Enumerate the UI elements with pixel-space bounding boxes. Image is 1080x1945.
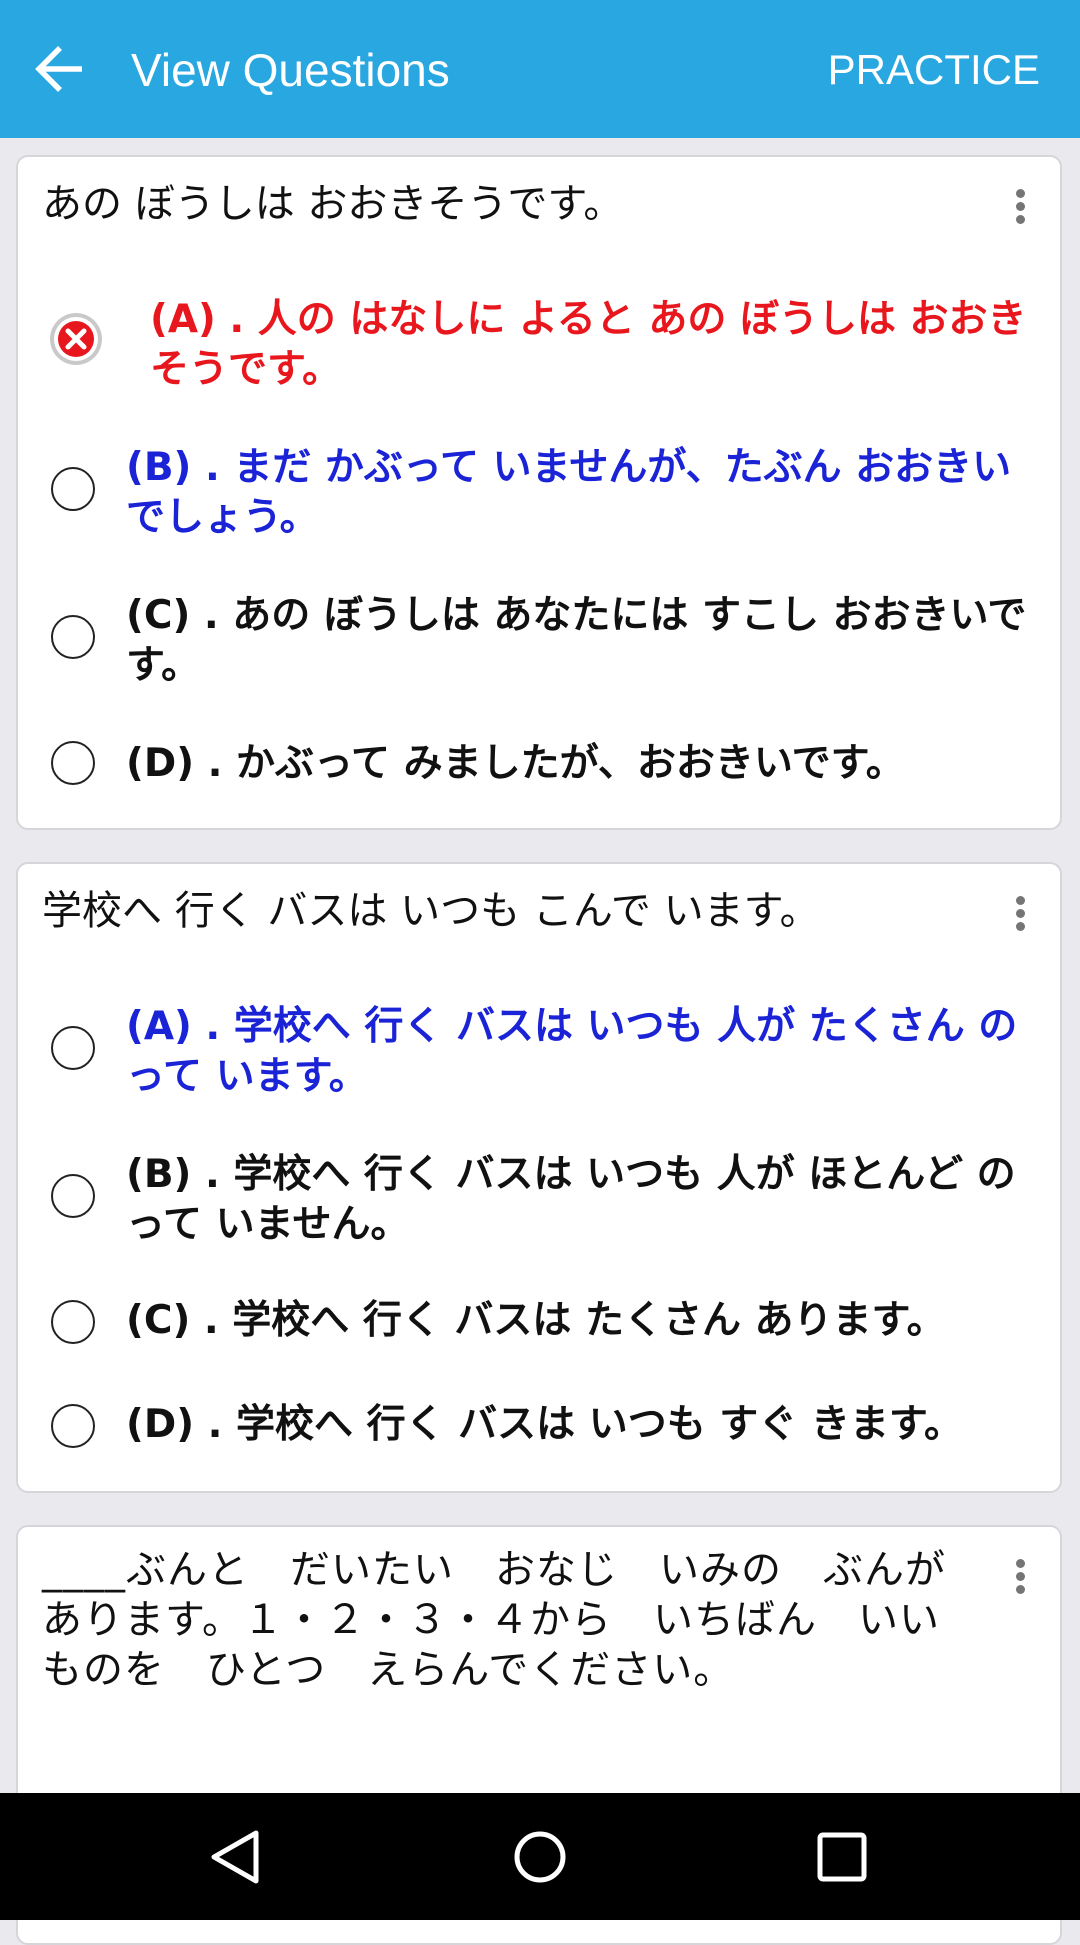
option-c[interactable]: (C) . 学校へ 行く バスは たくさん あります。 <box>18 1290 1058 1370</box>
option-label: (D) . かぶって みましたが、おおきいです。 <box>126 741 905 786</box>
question-text: あの ぼうしは おおきそうです。 <box>42 181 624 227</box>
question-text: 学校へ 行く バスは いつも こんで います。 <box>42 888 820 934</box>
app-bar: View Questions PRACTICE <box>0 0 1080 138</box>
option-c[interactable]: (C) . あの ぼうしは あなたには すこし おおきいです。 <box>18 583 1058 693</box>
system-navigation-bar <box>0 1793 1080 1920</box>
radio-button[interactable] <box>51 1174 95 1218</box>
option-label: (A) . 人の はなしに よると あの ぼうしは おおきそうです。 <box>150 297 1027 392</box>
option-d[interactable]: (D) . かぶって みましたが、おおきいです。 <box>18 731 1058 811</box>
option-label: (C) . 学校へ 行く バスは たくさん あります。 <box>126 1298 946 1343</box>
option-d[interactable]: (D) . 学校へ 行く バスは いつも すぐ きます。 <box>18 1394 1058 1474</box>
option-a[interactable]: (A) . 人の はなしに よると あの ぼうしは おおきそうです。 <box>18 287 1058 397</box>
option-label: (B) . 学校へ 行く バスは いつも 人が ほとんど のって いません。 <box>126 1152 1016 1247</box>
nav-back-icon[interactable] <box>200 1821 272 1893</box>
option-label: (A) . 学校へ 行く バスは いつも 人が たくさん のって います。 <box>126 1004 1018 1099</box>
radio-button[interactable] <box>51 1026 95 1070</box>
question-text: ____ぶんと だいたい おなじ いみの ぶんが あります。１・２・３・４から … <box>42 1547 987 1693</box>
nav-recents-icon[interactable] <box>806 1821 878 1893</box>
wrong-answer-icon <box>50 313 102 365</box>
option-label: (C) . あの ぼうしは あなたには すこし おおきいです。 <box>126 593 1027 688</box>
more-vert-icon[interactable] <box>1012 189 1028 233</box>
page-title: View Questions <box>131 44 450 96</box>
option-label: (D) . 学校へ 行く バスは いつも すぐ きます。 <box>126 1402 963 1447</box>
option-a[interactable]: (A) . 学校へ 行く バスは いつも 人が たくさん のって います。 <box>18 994 1058 1104</box>
option-b[interactable]: (B) . まだ かぶって いませんが、たぶん おおきいでしょう。 <box>18 435 1058 545</box>
option-b[interactable]: (B) . 学校へ 行く バスは いつも 人が ほとんど のって いません。 <box>18 1142 1058 1252</box>
question-card: 学校へ 行く バスは いつも こんで います。 (A) . 学校へ 行く バスは… <box>16 862 1062 1493</box>
nav-home-icon[interactable] <box>504 1821 576 1893</box>
question-card: あの ぼうしは おおきそうです。 (A) . 人の はなしに よると あの ぼう… <box>16 155 1062 830</box>
radio-button[interactable] <box>51 1300 95 1344</box>
radio-button[interactable] <box>51 615 95 659</box>
radio-button[interactable] <box>51 467 95 511</box>
more-vert-icon[interactable] <box>1012 896 1028 940</box>
more-vert-icon[interactable] <box>1012 1559 1028 1603</box>
radio-button[interactable] <box>51 1404 95 1448</box>
practice-button[interactable]: PRACTICE <box>828 42 1040 98</box>
radio-button[interactable] <box>51 741 95 785</box>
arrow-left-icon[interactable] <box>34 44 86 94</box>
option-label: (B) . まだ かぶって いませんが、たぶん おおきいでしょう。 <box>126 445 1012 540</box>
